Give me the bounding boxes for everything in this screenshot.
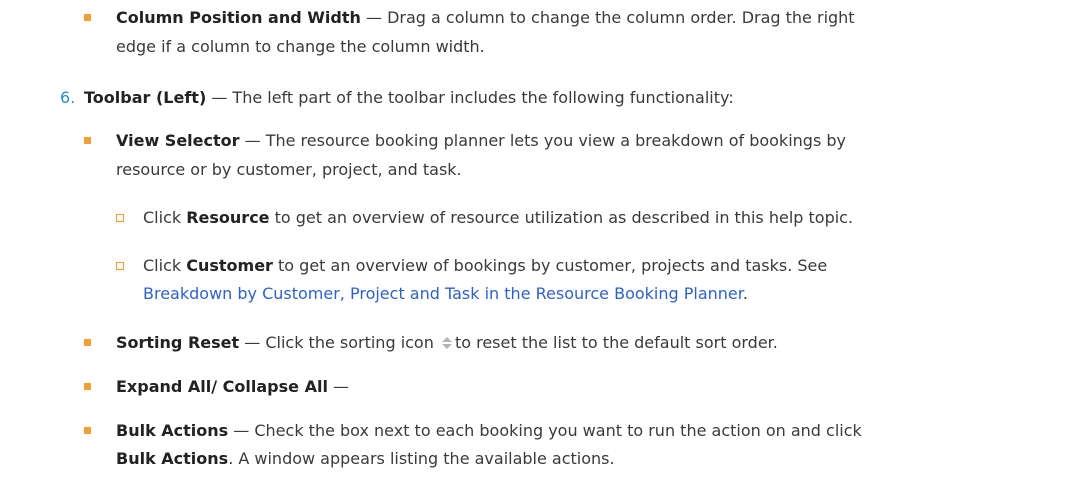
bulk-actions-title: Bulk Actions <box>116 421 229 440</box>
expand-all-desc: — <box>327 377 350 396</box>
sorting-reset-item: Sorting Reset — Click the sorting icon t… <box>116 331 778 355</box>
sub-item-customer: Click Customer to get an overview of boo… <box>143 254 827 278</box>
bullet-icon <box>84 137 91 144</box>
sub-customer-pre: Click <box>143 256 187 275</box>
view-selector-desc: — The resource booking planner lets you … <box>239 131 846 150</box>
sub-customer-post: to get an overview of bookings by custom… <box>272 256 828 275</box>
expand-all-item: Expand All/ Collapse All — <box>116 375 349 399</box>
sub-bullet-icon <box>116 214 124 222</box>
bulk-actions-item: Bulk Actions — Check the box next to eac… <box>116 419 862 443</box>
list-number: 6. <box>60 88 76 107</box>
customer-option: Customer <box>186 256 273 275</box>
sub-customer-link-line: Breakdown by Customer, Project and Task … <box>143 282 748 306</box>
bulk-actions-desc: — Check the box next to each booking you… <box>228 421 862 440</box>
toolbar-left-item: Toolbar (Left) — The left part of the to… <box>84 86 734 110</box>
toolbar-left-title: Toolbar (Left) <box>84 88 207 107</box>
link-period: . <box>742 284 748 303</box>
column-position-title: Column Position and Width <box>116 8 361 27</box>
sorting-reset-post: to reset the list to the default sort or… <box>454 333 778 352</box>
sub-resource-post: to get an overview of resource utilizati… <box>269 208 854 227</box>
bullet-icon <box>84 427 91 434</box>
bulk-actions-desc-cont: Bulk Actions. A window appears listing t… <box>116 447 615 471</box>
view-selector-desc-cont: resource or by customer, project, and ta… <box>116 160 462 179</box>
bulk-actions-desc-end: . A window appears listing the available… <box>228 449 615 468</box>
bulk-actions-label: Bulk Actions <box>116 449 229 468</box>
sorting-reset-pre: — Click the sorting icon <box>239 333 434 352</box>
view-selector-item: View Selector — The resource booking pla… <box>116 129 846 153</box>
sorting-reset-title: Sorting Reset <box>116 333 240 352</box>
bullet-icon <box>84 383 91 390</box>
sub-resource-pre: Click <box>143 208 187 227</box>
breakdown-link[interactable]: Breakdown by Customer, Project and Task … <box>143 284 743 303</box>
view-selector-title: View Selector <box>116 131 240 150</box>
toolbar-left-desc: — The left part of the toolbar includes … <box>206 88 734 107</box>
column-position-item: Column Position and Width — Drag a colum… <box>116 6 855 30</box>
resource-option: Resource <box>186 208 270 227</box>
column-position-desc-cont: edge if a column to change the column wi… <box>116 37 485 56</box>
sort-icon[interactable] <box>441 336 453 350</box>
bullet-icon <box>84 14 91 21</box>
help-page: Column Position and Width — Drag a colum… <box>0 0 1092 484</box>
sub-bullet-icon <box>116 262 124 270</box>
sub-item-resource: Click Resource to get an overview of res… <box>143 206 853 230</box>
column-position-desc: — Drag a column to change the column ord… <box>360 8 855 27</box>
bullet-icon <box>84 339 91 346</box>
expand-all-title: Expand All/ Collapse All <box>116 377 328 396</box>
